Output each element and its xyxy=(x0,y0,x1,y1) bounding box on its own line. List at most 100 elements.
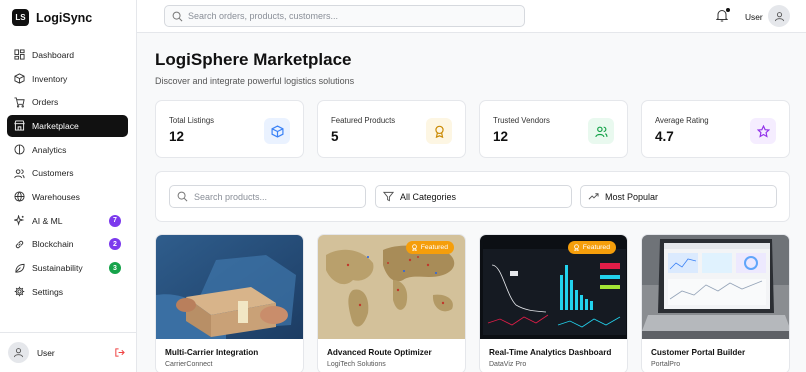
users-icon xyxy=(588,118,614,144)
product-card[interactable]: Featured Real-Time Analytics Dashboard D… xyxy=(479,234,628,372)
sustainability-count-badge: 3 xyxy=(109,262,121,275)
brand-name: LogiSync xyxy=(36,10,93,25)
award-icon xyxy=(411,244,417,251)
stat-label: Total Listings xyxy=(169,116,215,125)
notification-dot xyxy=(726,8,730,12)
sidebar-item-blockchain[interactable]: Blockchain 2 xyxy=(7,234,128,256)
sort-select-value: Most Popular xyxy=(605,191,659,202)
chart-pie-icon xyxy=(14,144,25,155)
sidebar-user-panel: User xyxy=(0,332,137,372)
sidebar-item-label: Customers xyxy=(32,168,74,179)
sidebar-nav: Dashboard Inventory Orders Marketplace A… xyxy=(7,44,128,305)
logout-icon[interactable] xyxy=(114,347,125,358)
stat-value: 5 xyxy=(331,129,339,144)
stat-card-trusted-vendors: Trusted Vendors 12 xyxy=(479,100,628,158)
stat-value: 12 xyxy=(493,129,509,144)
product-image xyxy=(156,235,303,339)
stat-label: Featured Products xyxy=(331,116,396,125)
sidebar-item-label: Warehouses xyxy=(32,191,80,202)
sidebar-item-ai-ml[interactable]: AI & ML 7 xyxy=(7,210,128,232)
filter-panel: Search products... All Categories Most P… xyxy=(155,171,790,222)
brand-logo: LS xyxy=(12,9,29,26)
dashboard-icon xyxy=(14,49,25,60)
product-vendor: DataViz Pro xyxy=(489,361,527,368)
sidebar-item-customers[interactable]: Customers xyxy=(7,162,128,184)
category-select-value: All Categories xyxy=(400,191,457,202)
cube-icon xyxy=(264,118,290,144)
sidebar-item-label: Marketplace xyxy=(32,120,79,131)
sidebar-item-label: Blockchain xyxy=(32,239,74,250)
sidebar-item-orders[interactable]: Orders xyxy=(7,91,128,113)
header-user-name: User xyxy=(745,12,763,22)
page-title: LogiSphere Marketplace xyxy=(155,50,352,69)
product-title: Customer Portal Builder xyxy=(651,348,746,357)
trending-icon xyxy=(588,193,599,200)
product-search-placeholder: Search products... xyxy=(194,191,268,202)
sidebar-item-label: Inventory xyxy=(32,73,68,84)
blockchain-count-badge: 2 xyxy=(109,238,121,251)
stat-card-total-listings: Total Listings 12 xyxy=(155,100,304,158)
brand[interactable]: LS LogiSync xyxy=(12,9,92,26)
sort-select[interactable]: Most Popular xyxy=(580,185,777,208)
ai-ml-count-badge: 7 xyxy=(109,214,121,227)
stat-label: Trusted Vendors xyxy=(493,116,550,125)
product-card[interactable]: Customer Portal Builder PortalPro xyxy=(641,234,790,372)
stat-value: 4.7 xyxy=(655,129,674,144)
search-placeholder: Search orders, products, customers... xyxy=(188,11,339,21)
award-icon xyxy=(573,244,579,251)
stat-value: 12 xyxy=(169,129,185,144)
product-search-input[interactable]: Search products... xyxy=(169,185,366,208)
sidebar-item-dashboard[interactable]: Dashboard xyxy=(7,44,128,66)
sidebar-item-label: Orders xyxy=(32,97,59,108)
sidebar-item-marketplace[interactable]: Marketplace xyxy=(7,115,128,137)
user-icon xyxy=(774,11,784,21)
stat-label: Average Rating xyxy=(655,116,709,125)
stat-card-average-rating: Average Rating 4.7 xyxy=(641,100,790,158)
sidebar-item-label: Dashboard xyxy=(32,49,75,60)
sidebar-item-label: AI & ML xyxy=(32,215,63,226)
sidebar-item-label: Sustainability xyxy=(32,263,83,274)
award-icon xyxy=(426,118,452,144)
filter-icon xyxy=(383,191,394,202)
sidebar-item-settings[interactable]: Settings xyxy=(7,281,128,303)
product-image xyxy=(642,235,789,339)
sidebar-item-label: Settings xyxy=(32,286,64,297)
sparkles-icon xyxy=(14,215,25,226)
product-card[interactable]: Multi-Carrier Integration CarrierConnect xyxy=(155,234,304,372)
sidebar: LS LogiSync Dashboard Inventory Orders M… xyxy=(0,0,137,372)
top-header: Search orders, products, customers... Us… xyxy=(137,0,806,33)
leaf-icon xyxy=(14,263,25,274)
link-icon xyxy=(14,239,25,250)
search-icon xyxy=(177,191,188,202)
product-title: Advanced Route Optimizer xyxy=(327,348,432,357)
warehouse-icon xyxy=(14,191,25,203)
stat-card-featured-products: Featured Products 5 xyxy=(317,100,466,158)
star-icon xyxy=(750,118,776,144)
product-vendor: LogiTech Solutions xyxy=(327,361,386,368)
product-title: Multi-Carrier Integration xyxy=(165,348,259,357)
global-search-input[interactable]: Search orders, products, customers... xyxy=(164,5,525,27)
page-subtitle: Discover and integrate powerful logistic… xyxy=(155,76,355,86)
box-icon xyxy=(14,73,25,84)
featured-badge: Featured xyxy=(567,241,616,254)
user-icon xyxy=(13,348,24,358)
sidebar-user-name: User xyxy=(37,347,55,358)
gear-icon xyxy=(14,286,25,297)
product-vendor: PortalPro xyxy=(651,361,681,368)
category-select[interactable]: All Categories xyxy=(375,185,572,208)
product-vendor: CarrierConnect xyxy=(165,361,213,368)
sidebar-item-label: Analytics xyxy=(32,144,67,155)
header-avatar[interactable] xyxy=(768,5,790,27)
sidebar-item-inventory[interactable]: Inventory xyxy=(7,68,128,90)
search-icon xyxy=(172,11,183,21)
avatar[interactable] xyxy=(8,342,29,363)
featured-badge-label: Featured xyxy=(420,244,448,251)
featured-badge: Featured xyxy=(405,241,454,254)
store-icon xyxy=(14,120,25,131)
featured-badge-label: Featured xyxy=(582,244,610,251)
sidebar-item-sustainability[interactable]: Sustainability 3 xyxy=(7,257,128,279)
sidebar-item-warehouses[interactable]: Warehouses xyxy=(7,186,128,208)
product-card[interactable]: Featured Advanced Route Optimizer LogiTe… xyxy=(317,234,466,372)
cart-icon xyxy=(14,97,25,108)
sidebar-item-analytics[interactable]: Analytics xyxy=(7,139,128,161)
